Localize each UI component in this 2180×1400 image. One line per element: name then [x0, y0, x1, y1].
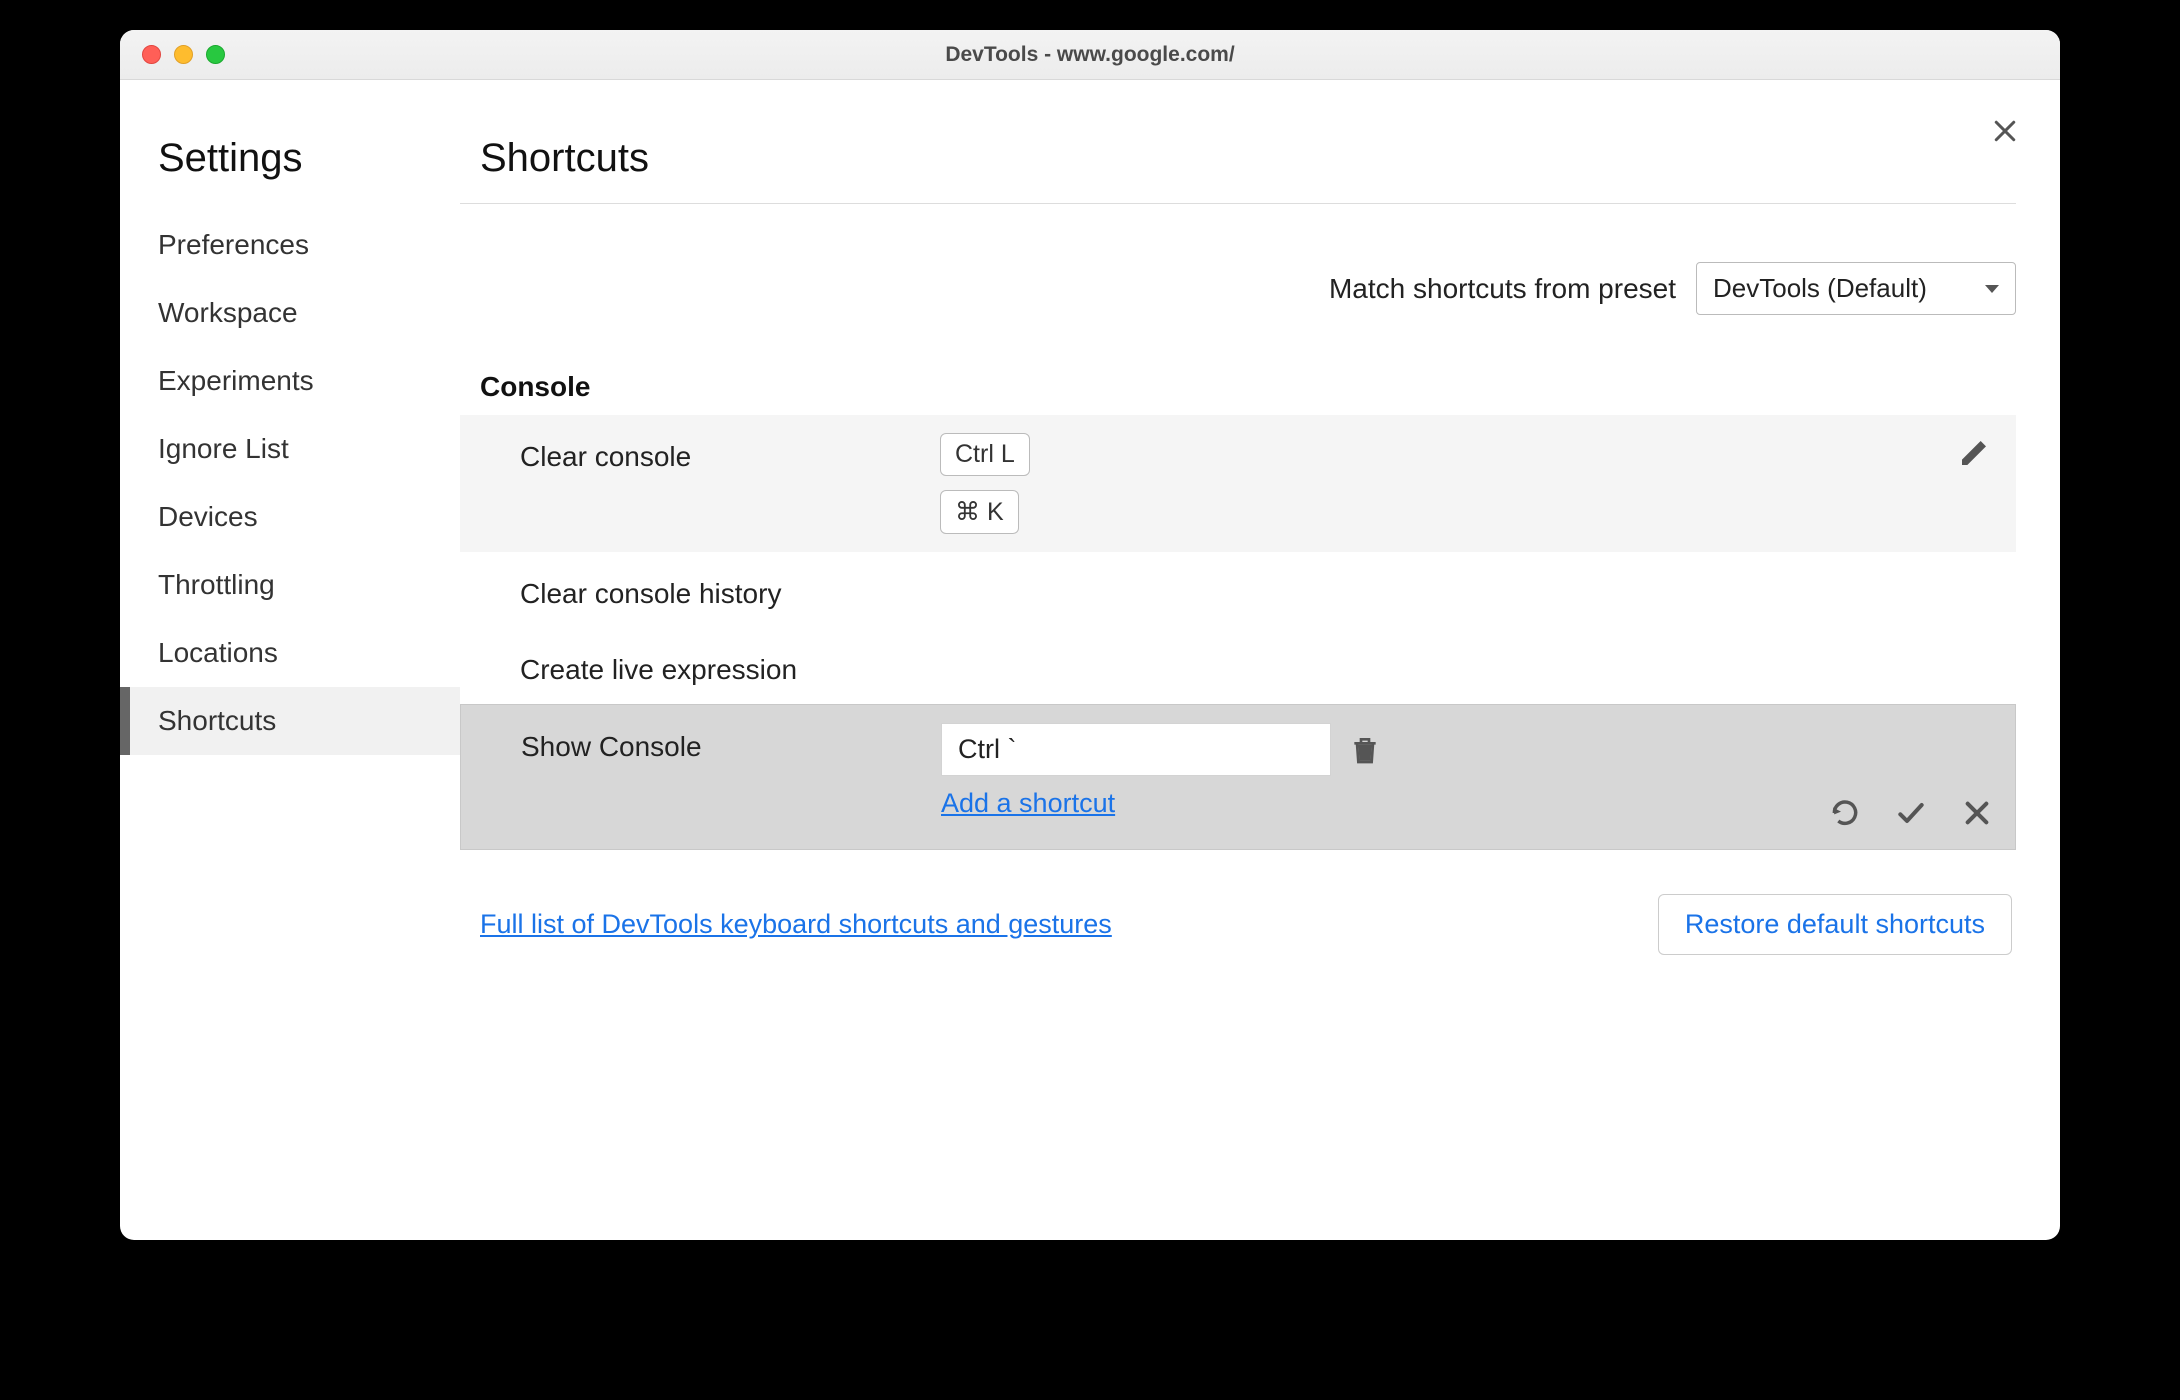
- trash-icon: [1349, 734, 1381, 766]
- sidebar: Settings Preferences Workspace Experimen…: [120, 80, 460, 1240]
- shortcut-row-clear-console: Clear console Ctrl L ⌘ K: [460, 415, 2016, 552]
- preset-label: Match shortcuts from preset: [1329, 273, 1676, 305]
- content: Settings Preferences Workspace Experimen…: [120, 80, 2060, 1240]
- sidebar-item-preferences[interactable]: Preferences: [120, 211, 460, 279]
- editing-input-row: [941, 723, 1381, 776]
- add-shortcut-link[interactable]: Add a shortcut: [941, 788, 1381, 819]
- sidebar-item-label: Locations: [158, 637, 278, 668]
- cancel-button[interactable]: [1961, 797, 1993, 829]
- window: DevTools - www.google.com/ Settings Pref…: [120, 30, 2060, 1240]
- confirm-button[interactable]: [1895, 797, 1927, 829]
- maximize-window-button[interactable]: [206, 45, 225, 64]
- sidebar-item-ignore-list[interactable]: Ignore List: [120, 415, 460, 483]
- preset-row: Match shortcuts from preset DevTools (De…: [460, 262, 2016, 315]
- sidebar-item-workspace[interactable]: Workspace: [120, 279, 460, 347]
- preset-select-value: DevTools (Default): [1713, 273, 1927, 304]
- minimize-window-button[interactable]: [174, 45, 193, 64]
- sidebar-item-label: Preferences: [158, 229, 309, 260]
- full-list-link[interactable]: Full list of DevTools keyboard shortcuts…: [480, 909, 1112, 940]
- editing-actions: [1829, 797, 1993, 829]
- sidebar-item-shortcuts[interactable]: Shortcuts: [120, 687, 460, 755]
- sidebar-title: Settings: [120, 136, 460, 211]
- page-title: Shortcuts: [460, 136, 2016, 204]
- sidebar-item-label: Throttling: [158, 569, 275, 600]
- check-icon: [1895, 797, 1927, 829]
- shortcut-label: Show Console: [521, 723, 941, 763]
- sidebar-item-devices[interactable]: Devices: [120, 483, 460, 551]
- restore-defaults-button[interactable]: Restore default shortcuts: [1658, 894, 2012, 955]
- sidebar-item-experiments[interactable]: Experiments: [120, 347, 460, 415]
- undo-icon: [1829, 797, 1861, 829]
- section-title: Console: [460, 371, 2016, 403]
- shortcut-row-create-live-expression: Create live expression: [460, 628, 2016, 704]
- chevron-down-icon: [1985, 285, 1999, 293]
- shortcut-row-clear-console-history: Clear console history: [460, 552, 2016, 628]
- sidebar-item-throttling[interactable]: Throttling: [120, 551, 460, 619]
- undo-button[interactable]: [1829, 797, 1861, 829]
- sidebar-item-label: Ignore List: [158, 433, 289, 464]
- titlebar: DevTools - www.google.com/: [120, 30, 2060, 80]
- sidebar-item-label: Shortcuts: [158, 705, 276, 736]
- traffic-lights: [120, 45, 225, 64]
- shortcut-row-show-console: Show Console Add a shortcut: [460, 704, 2016, 850]
- window-title: DevTools - www.google.com/: [120, 43, 2060, 67]
- footer: Full list of DevTools keyboard shortcuts…: [460, 894, 2016, 955]
- sidebar-item-label: Devices: [158, 501, 258, 532]
- delete-shortcut-button[interactable]: [1349, 734, 1381, 766]
- preset-select[interactable]: DevTools (Default): [1696, 262, 2016, 315]
- shortcut-label: Create live expression: [520, 646, 940, 686]
- row-actions: [1958, 437, 1990, 469]
- shortcut-label: Clear console: [520, 433, 940, 473]
- key-pill: ⌘ K: [940, 490, 1019, 534]
- close-icon: [1961, 797, 1993, 829]
- shortcut-input[interactable]: [941, 723, 1331, 776]
- main: Shortcuts Match shortcuts from preset De…: [460, 80, 2060, 1240]
- edit-shortcut-button[interactable]: [1958, 437, 1990, 469]
- sidebar-item-locations[interactable]: Locations: [120, 619, 460, 687]
- shortcut-keys: Ctrl L ⌘ K: [940, 433, 1030, 534]
- editing-body: Add a shortcut: [941, 723, 1381, 819]
- close-window-button[interactable]: [142, 45, 161, 64]
- pencil-icon: [1958, 437, 1990, 469]
- key-pill: Ctrl L: [940, 433, 1030, 476]
- sidebar-item-label: Experiments: [158, 365, 314, 396]
- shortcut-label: Clear console history: [520, 570, 940, 610]
- sidebar-item-label: Workspace: [158, 297, 298, 328]
